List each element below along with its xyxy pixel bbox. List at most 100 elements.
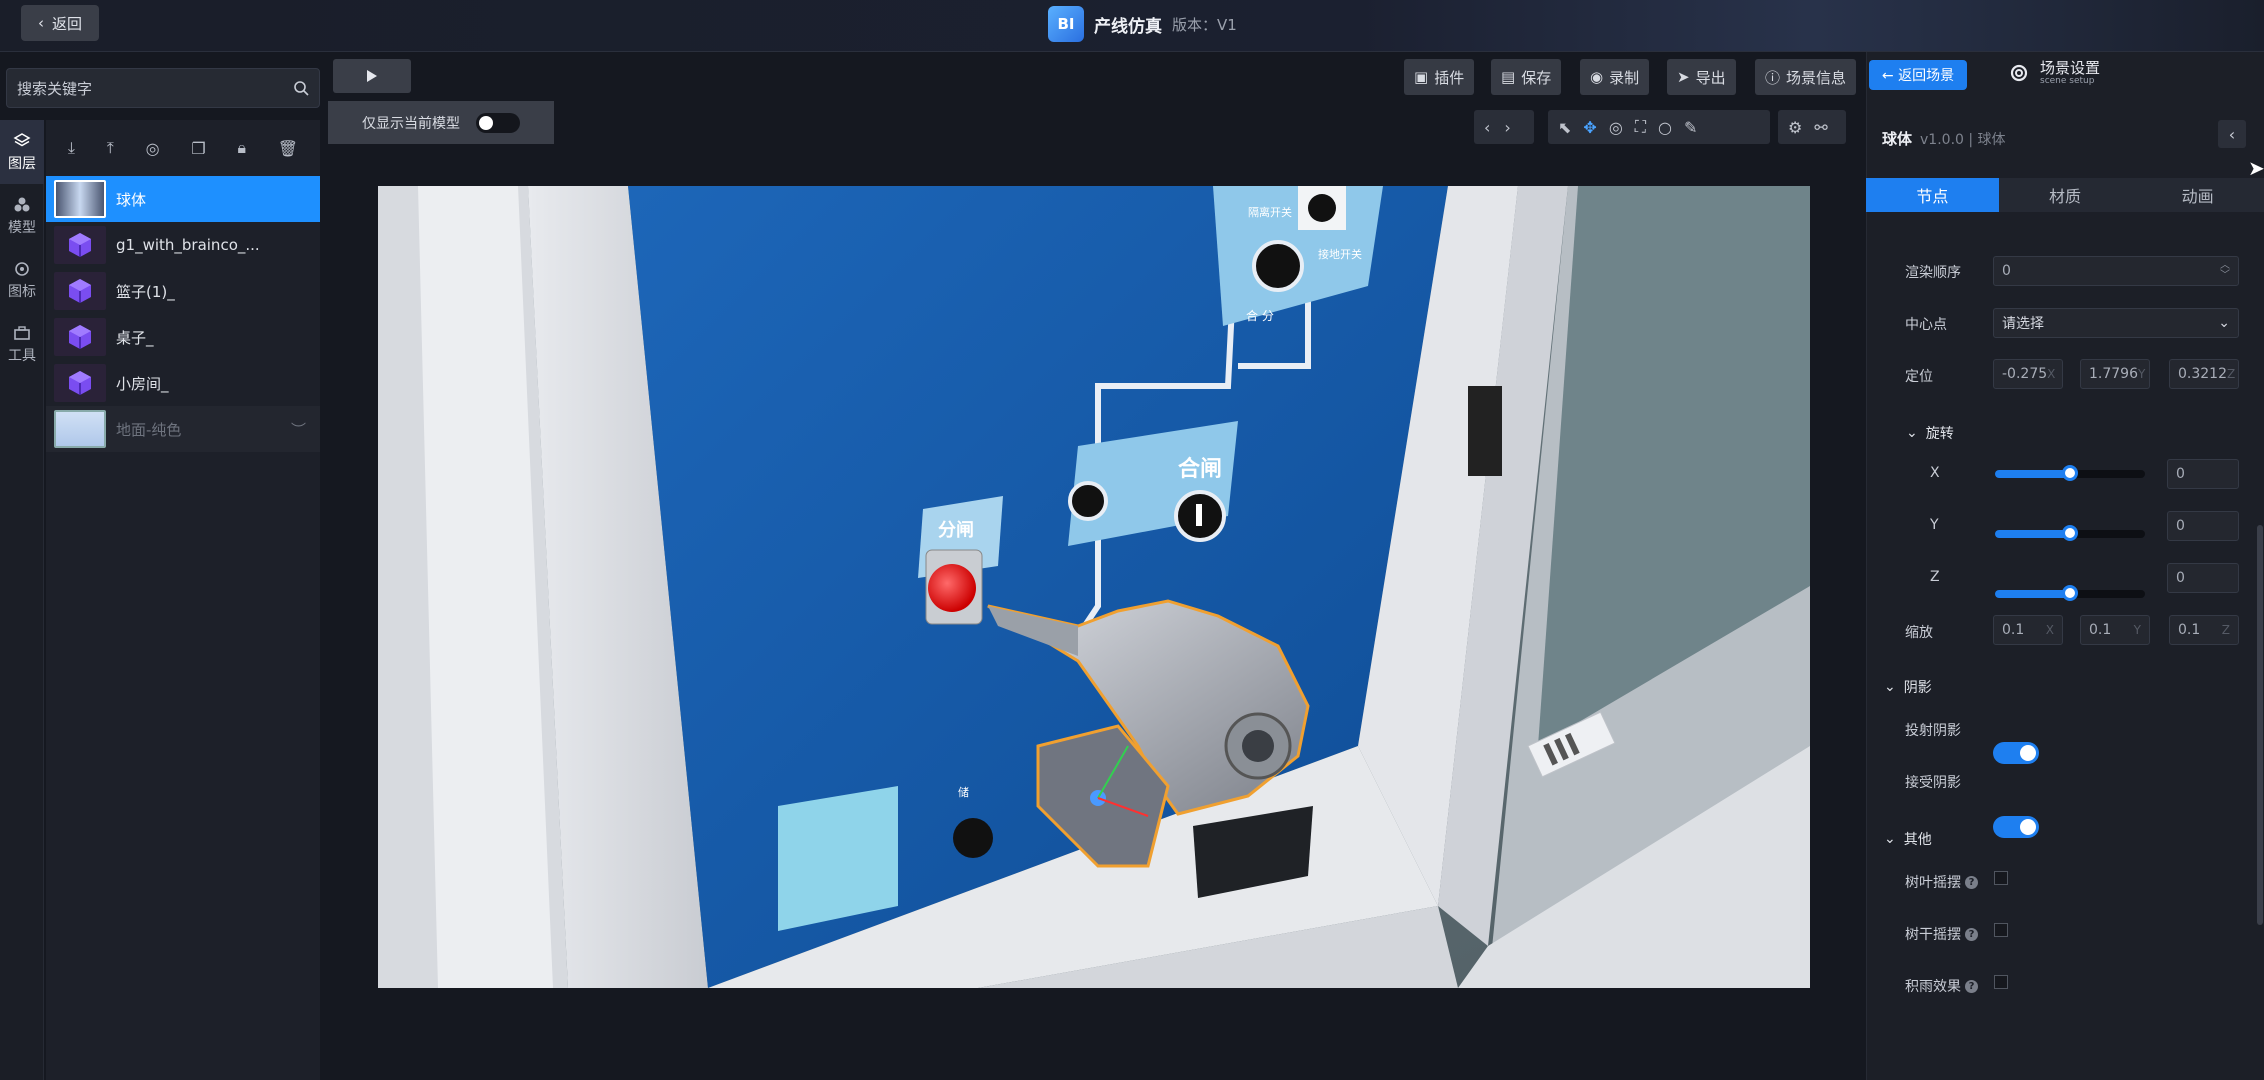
gear-icon (2010, 64, 2028, 82)
scene-setup-button[interactable]: 场景设置 scene setup (2008, 60, 2100, 86)
rail-item-models[interactable]: 模型 (0, 184, 44, 248)
scale-z-input[interactable]: 0.1 Z (2169, 615, 2239, 645)
record-button[interactable]: ◉ 录制 (1580, 59, 1650, 95)
rain-effect-label: 积雨效果 (1905, 979, 1961, 995)
tab-animation[interactable]: 动画 (2131, 178, 2264, 212)
lock-icon[interactable]: 🔒︎ (237, 138, 246, 158)
tab-node[interactable]: 节点 (1866, 178, 1999, 212)
rotation-z-slider[interactable] (1995, 585, 2145, 601)
search-input[interactable]: 搜索关键字 (6, 68, 320, 108)
trunk-sway-checkbox[interactable] (1994, 923, 2008, 937)
scene-render[interactable]: 合闸 分闸 隔离开关 接地开关 合 分 储 (378, 186, 1810, 988)
slider-knob[interactable] (2062, 585, 2078, 601)
play-button[interactable] (333, 59, 411, 93)
rotation-y-slider[interactable] (1995, 525, 2145, 541)
leaf-sway-row: 树叶摇摆? (1905, 872, 1978, 892)
upload-icon[interactable]: ⤒ (107, 138, 114, 158)
transform-tools: ⬉ ✥ ◎ ⛶ ○ ✎ (1548, 110, 1770, 144)
layer-name: 小房间_ (116, 374, 169, 393)
position-x-input[interactable]: -0.275 X (1993, 359, 2063, 389)
position-z-value: 0.3212 (2178, 366, 2227, 382)
rotation-y-input[interactable]: 0 (2167, 511, 2239, 541)
leaf-sway-checkbox[interactable] (1994, 871, 2008, 885)
layer-item[interactable]: g1_with_brainco_... (46, 222, 320, 268)
app-title: BI 产线仿真 版本：V1 (1048, 6, 1237, 42)
position-y-input[interactable]: 1.7796 Y (2080, 359, 2150, 389)
layer-item[interactable]: 桌子_ (46, 314, 320, 360)
rail-item-icons[interactable]: 图标 (0, 248, 44, 312)
copy-icon[interactable]: ❐ (191, 139, 205, 158)
scene-info-label: 场景信息 (1786, 68, 1847, 87)
slider-fill (1995, 590, 2070, 598)
layer-item[interactable]: 篮子(1)_ (46, 268, 320, 314)
layer-item[interactable]: 小房间_ (46, 360, 320, 406)
cube-icon (54, 272, 106, 310)
slider-knob[interactable] (2062, 525, 2078, 541)
rail-item-layers[interactable]: 图层 (0, 120, 44, 184)
help-icon[interactable]: ? (1965, 979, 1978, 993)
position-z-input[interactable]: 0.3212 Z (2169, 359, 2239, 389)
select-icon[interactable]: ⬉ (1558, 118, 1571, 137)
eye-hidden-icon[interactable]: ︶ (291, 419, 306, 440)
help-icon[interactable]: ? (1965, 927, 1978, 941)
layer-item[interactable]: 球体 (46, 176, 320, 222)
export-button[interactable]: ➤ 导出 (1667, 59, 1736, 95)
save-button[interactable]: ▤ 保存 (1491, 59, 1562, 95)
scale-icon[interactable]: ⛶ (1635, 117, 1646, 137)
back-to-scene-button[interactable]: ← 返回场景 (1869, 60, 1967, 90)
position-x-value: -0.275 (2002, 366, 2048, 382)
version-label: 版本：V1 (1172, 15, 1237, 34)
rotation-section[interactable]: ⌄ 旋转 (1906, 423, 1954, 443)
scale-x-input[interactable]: 0.1 X (1993, 615, 2063, 645)
rotation-x-slider[interactable] (1995, 465, 2145, 481)
redo-icon[interactable]: › (1504, 118, 1510, 137)
download-icon[interactable]: ⤓ (68, 138, 75, 158)
camera-settings-icon[interactable]: ⚙︎ (1788, 118, 1802, 137)
scene-info-button[interactable]: ⓘ 场景信息 (1755, 59, 1857, 95)
rain-effect-checkbox[interactable] (1994, 975, 2008, 989)
axis-x: X (2045, 623, 2054, 637)
panel-scrollbar[interactable] (2257, 525, 2263, 925)
back-button[interactable]: ‹ 返回 (21, 5, 99, 41)
rotation-x-input[interactable]: 0 (2167, 459, 2239, 489)
slider-knob[interactable] (2062, 465, 2078, 481)
cube-icon (54, 364, 106, 402)
slider-fill (1995, 530, 2070, 538)
3d-viewport[interactable]: 合闸 分闸 隔离开关 接地开关 合 分 储 (378, 186, 1810, 988)
rain-effect-row: 积雨效果? (1905, 976, 1978, 996)
layer-item[interactable]: 地面-纯色 ︶ (46, 406, 320, 452)
axis-z: Z (2227, 367, 2236, 381)
undo-icon[interactable]: ‹ (1484, 118, 1490, 137)
move-icon[interactable]: ✥ (1583, 118, 1596, 137)
other-section[interactable]: ⌄ 其他 (1884, 829, 1932, 849)
rotation-z-input[interactable]: 0 (2167, 563, 2239, 593)
play-icon (367, 70, 377, 82)
render-order-input[interactable]: 0 ︿ ﹀ (1993, 256, 2239, 286)
brush-icon[interactable]: ✎ (1684, 118, 1697, 137)
label-open: 分闸 (938, 519, 974, 541)
scale-x-value: 0.1 (2002, 622, 2025, 638)
scale-y-input[interactable]: 0.1 Y (2080, 615, 2150, 645)
only-show-toggle[interactable] (476, 112, 520, 133)
object-name: 球体 (1882, 130, 1913, 148)
rail-item-tools[interactable]: 工具 (0, 312, 44, 376)
receive-shadow-switch[interactable] (1993, 816, 2039, 838)
layer-thumbnail (54, 410, 106, 448)
export-label: 导出 (1695, 68, 1726, 87)
shadow-section[interactable]: ⌄ 阴影 (1884, 677, 1932, 697)
share-icon[interactable]: ⚯ (1814, 118, 1827, 137)
cast-shadow-switch[interactable] (1993, 742, 2039, 764)
tab-material[interactable]: 材质 (1999, 178, 2132, 212)
stepper-icon[interactable]: ︿ ﹀ (2220, 261, 2230, 281)
collapse-panel-button[interactable]: ‹ (2218, 120, 2246, 148)
target-icon[interactable]: ◎ (146, 139, 160, 158)
trash-icon[interactable]: 🗑︎ (278, 139, 298, 158)
help-icon[interactable]: ? (1965, 875, 1978, 889)
app-logo: BI (1048, 6, 1084, 42)
axis-y: Y (2133, 623, 2141, 637)
center-select[interactable]: 请选择 ⌄ (1993, 308, 2239, 338)
sphere-icon[interactable]: ○ (1658, 118, 1672, 137)
rotate-icon[interactable]: ◎ (1609, 118, 1623, 137)
search-icon[interactable] (293, 80, 309, 96)
plugin-button[interactable]: ▣ 插件 (1404, 59, 1475, 95)
